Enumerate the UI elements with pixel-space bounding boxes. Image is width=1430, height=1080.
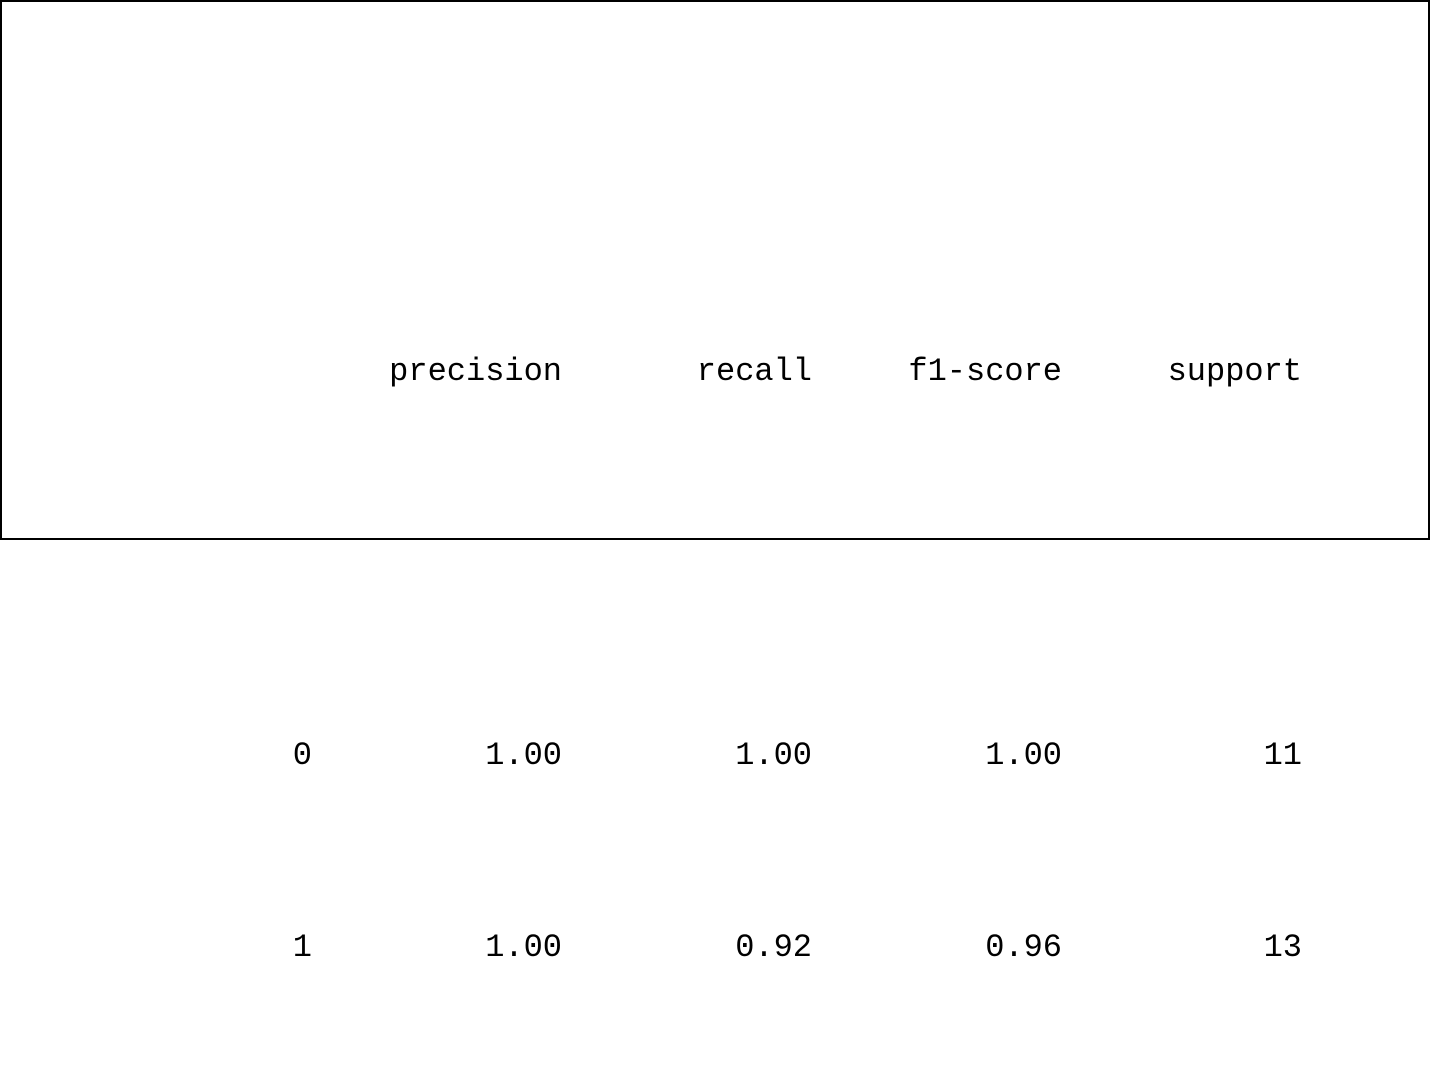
header-precision: precision <box>312 348 562 396</box>
recall-value: 1.00 <box>562 732 812 780</box>
table-row: 1 1.00 0.92 0.96 13 <box>12 924 1388 972</box>
class-label: 1 <box>12 924 312 972</box>
precision-value: 1.00 <box>312 732 562 780</box>
classification-report: precision recall f1-score support 0 1.00… <box>12 204 1388 1080</box>
header-recall: recall <box>562 348 812 396</box>
class-label: 0 <box>12 732 312 780</box>
f1-value: 0.96 <box>812 924 1062 972</box>
header-row: precision recall f1-score support <box>12 348 1388 396</box>
f1-value: 1.00 <box>812 732 1062 780</box>
precision-value: 1.00 <box>312 924 562 972</box>
table-row: 0 1.00 1.00 1.00 11 <box>12 732 1388 780</box>
recall-value: 0.92 <box>562 924 812 972</box>
support-value: 11 <box>1062 732 1302 780</box>
header-f1: f1-score <box>812 348 1062 396</box>
header-support: support <box>1062 348 1302 396</box>
support-value: 13 <box>1062 924 1302 972</box>
spacer <box>12 540 1388 588</box>
